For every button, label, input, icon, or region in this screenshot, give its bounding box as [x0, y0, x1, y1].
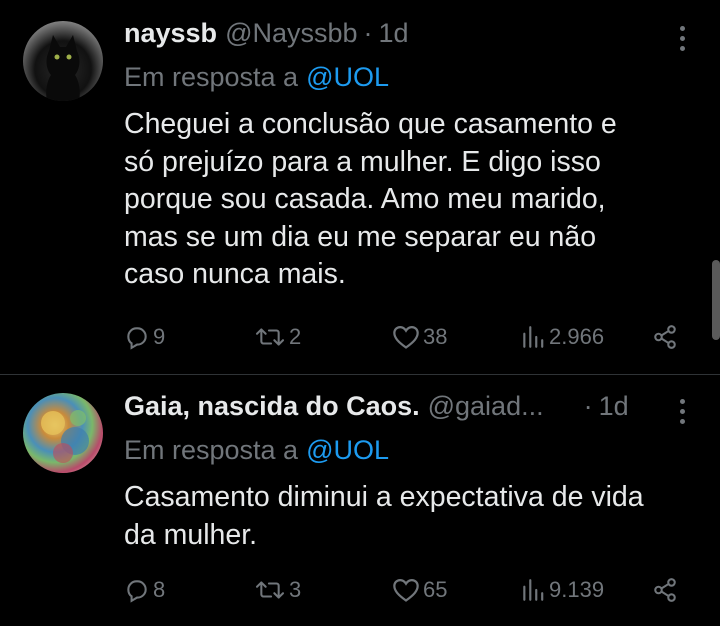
- user-handle[interactable]: @Nayssbb: [225, 18, 357, 49]
- tweet-text-line: porque sou casada. Amo meu marido,: [124, 183, 606, 215]
- tweet-text: Cheguei a conclusão que casamento e só p…: [124, 106, 704, 294]
- tweet-text-line: da mulher.: [124, 518, 258, 551]
- display-name[interactable]: Gaia, nascida do Caos.: [124, 391, 420, 422]
- heart-icon: [393, 325, 419, 349]
- views-chart-icon: [523, 326, 544, 348]
- retweet-count: 2: [289, 324, 302, 349]
- views-count: 9.139: [549, 577, 605, 602]
- scrollbar[interactable]: [712, 260, 720, 340]
- reply-icon: [127, 580, 147, 603]
- user-handle[interactable]: @gaiad...: [428, 391, 544, 422]
- tweet-header: Gaia, nascida do Caos. @gaiad... · 1d: [124, 391, 629, 427]
- tweet[interactable]: nayssb @Nayssbb · 1d Em resposta a @UOL C…: [0, 0, 720, 374]
- tweet-text-line: Casamento diminui a expectativa de vida: [124, 481, 644, 513]
- like-count: 65: [423, 577, 448, 602]
- views-chart-icon: [523, 579, 544, 601]
- tweet-text-line: mas se um dia eu me separar eu não: [124, 220, 597, 253]
- retweet-icon: [255, 328, 285, 346]
- reply-prefix: Em resposta a: [124, 435, 299, 465]
- display-name[interactable]: nayssb: [124, 18, 217, 49]
- avatar[interactable]: [23, 393, 103, 473]
- tweet-text-line: só prejuízo para a mulher. E digo isso: [124, 145, 601, 178]
- like-count: 38: [423, 324, 448, 349]
- reply-mention-link[interactable]: @UOL: [306, 435, 389, 465]
- reply-prefix: Em resposta a: [124, 62, 299, 92]
- views-count: 2.966: [549, 324, 605, 349]
- reply-button[interactable]: 8: [124, 575, 165, 605]
- heart-icon: [393, 578, 419, 602]
- retweet-button[interactable]: 3: [254, 575, 301, 605]
- reply-count: 8: [153, 577, 166, 602]
- share-button[interactable]: [652, 575, 678, 605]
- reply-mention-link[interactable]: @UOL: [306, 62, 389, 92]
- share-icon: [654, 578, 676, 602]
- tweet[interactable]: Gaia, nascida do Caos. @gaiad... · 1d Em…: [0, 375, 720, 626]
- reply-icon: [127, 327, 147, 350]
- share-button[interactable]: [652, 322, 678, 352]
- share-icon: [654, 325, 676, 349]
- views-button[interactable]: 2.966: [520, 322, 604, 352]
- reply-button[interactable]: 9: [124, 322, 165, 352]
- reply-context: Em resposta a @UOL: [124, 62, 389, 93]
- tweet-text-line: caso nunca mais.: [124, 258, 346, 290]
- views-button[interactable]: 9.139: [520, 575, 604, 605]
- reply-context: Em resposta a @UOL: [124, 435, 389, 466]
- separator-dot: ·: [363, 18, 373, 48]
- tweet-text-line: Cheguei a conclusão que casamento e: [124, 108, 617, 140]
- action-bar: 9 2 38 2.966: [124, 322, 694, 352]
- timestamp[interactable]: 1d: [379, 18, 409, 49]
- like-button[interactable]: 38: [392, 322, 447, 352]
- retweet-button[interactable]: 2: [254, 322, 301, 352]
- black-cat-icon: [46, 35, 80, 101]
- avatar[interactable]: [23, 21, 103, 101]
- timestamp[interactable]: 1d: [599, 391, 629, 422]
- painting-avatar-icon: [41, 410, 89, 463]
- retweet-icon: [255, 581, 285, 599]
- retweet-count: 3: [289, 577, 302, 602]
- reply-count: 9: [153, 324, 166, 349]
- tweet-text: Casamento diminui a expectativa de vida …: [124, 479, 704, 554]
- like-button[interactable]: 65: [392, 575, 447, 605]
- more-options-icon[interactable]: [678, 26, 686, 51]
- separator-dot: ·: [583, 391, 593, 421]
- more-options-icon[interactable]: [678, 399, 686, 424]
- action-bar: 8 3 65 9.139: [124, 575, 694, 605]
- tweet-header: nayssb @Nayssbb · 1d: [124, 18, 409, 54]
